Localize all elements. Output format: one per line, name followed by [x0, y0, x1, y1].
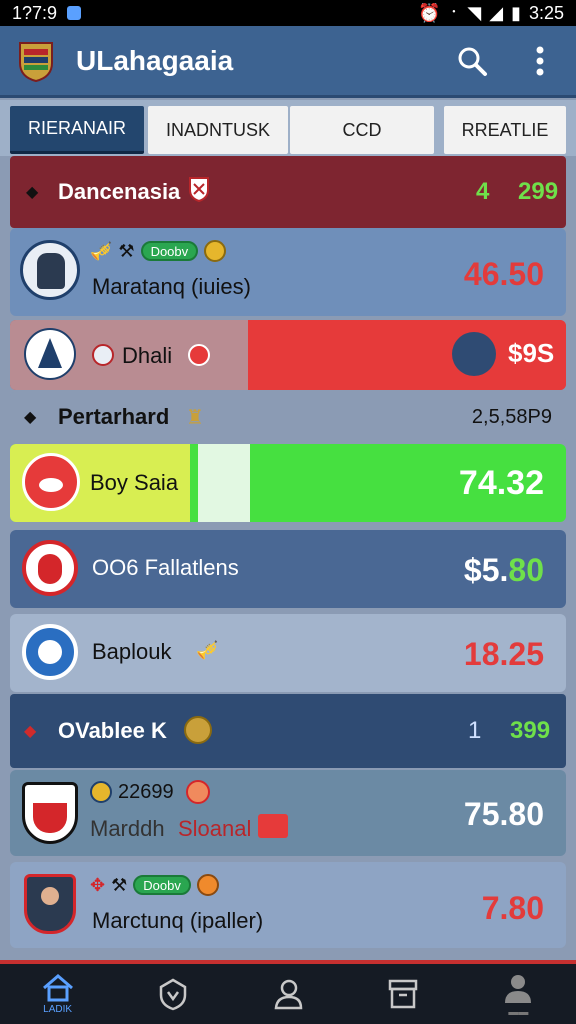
bullet-icon: ◆	[24, 723, 37, 740]
row-code: 22699	[118, 780, 174, 803]
section-value: 2,5,58P9	[471, 405, 552, 428]
account-icon	[505, 974, 532, 1003]
more-menu-button[interactable]	[520, 41, 560, 81]
row-name: OO6 Fallatlens	[92, 555, 239, 580]
app-logo-icon	[19, 41, 53, 82]
list-item[interactable]: ✥ ⚒ Doobv Marctunq (ipaller) 7.80	[10, 862, 566, 948]
coin-icon	[196, 874, 219, 896]
search-button[interactable]	[452, 41, 492, 81]
list-item[interactable]: Boy Saia 74.32	[10, 444, 566, 522]
list-item[interactable]: Baplouk 🎺 18.25	[10, 614, 566, 692]
horn-icon: 🎺	[196, 640, 219, 660]
status-time: 1?7:9	[12, 2, 58, 23]
trophy-icon: ♜	[186, 406, 204, 429]
tool-icon: ⚒	[118, 240, 135, 261]
more-vertical-icon	[536, 46, 544, 75]
tab-inadntusk[interactable]: INADNTUSK	[148, 106, 288, 154]
list-item[interactable]: Dhali $9S	[10, 320, 566, 390]
section-title: OVablee K	[58, 718, 167, 743]
bottom-navigation: LADIK ▬▬	[0, 960, 576, 1024]
section-count: 1	[468, 717, 482, 744]
coin-icon	[185, 780, 210, 804]
section-header-ovablee[interactable]: ◆ OVablee K 1 399	[10, 694, 566, 768]
row-name: Baplouk	[92, 639, 172, 664]
section-header-pertarhard[interactable]: ◆ Pertarhard ♜ 2,5,58P9	[10, 392, 566, 442]
row-name: Boy Saia	[90, 470, 179, 495]
nav-account[interactable]: ▬▬	[488, 966, 548, 1022]
tab-rieranair[interactable]: RIERANAIR	[10, 106, 144, 154]
alarm-icon: ⏰	[418, 2, 441, 23]
nav-profile[interactable]	[258, 966, 318, 1022]
section-header-dancenasia[interactable]: ◆ Dancenasia 4 299	[10, 156, 566, 228]
row-value: $9S	[508, 338, 555, 368]
row-value: 75.80	[463, 796, 544, 832]
row-name: Marctunq (ipaller)	[92, 908, 264, 933]
status-pill: Doobv	[140, 241, 199, 261]
search-icon	[458, 47, 487, 76]
nav-archive[interactable]	[373, 966, 433, 1022]
status-pill: Doobv	[133, 875, 191, 895]
row-value: $5.80	[464, 552, 544, 589]
team-crest-icon	[24, 328, 76, 380]
coin-icon	[204, 240, 227, 262]
section-value: 399	[510, 717, 551, 744]
row-name: Maratanq (iuies)	[92, 274, 251, 299]
section-count: 4	[476, 178, 490, 205]
shield-icon	[159, 978, 187, 1011]
team-crest-icon	[22, 782, 78, 844]
nav-home-label: LADIK	[43, 1003, 73, 1015]
nav-shield[interactable]	[143, 966, 203, 1022]
team-crest-icon	[22, 624, 78, 680]
section-value: 299	[518, 178, 559, 205]
wifi-icon: ◥	[467, 2, 482, 23]
home-icon	[42, 973, 73, 1001]
nav-account-label: ▬▬	[508, 1006, 529, 1018]
row-name-b: Sloanal	[178, 816, 252, 841]
row-name-a: Marddh	[90, 816, 165, 841]
status-bar: 1?7:9 ⏰ ᛫ ◥ ◢ ▮ 3:25	[0, 0, 576, 26]
coin-icon	[184, 716, 212, 744]
row-value: 74.32	[458, 464, 544, 502]
status-clock: 3:25	[528, 2, 564, 23]
coin-icon	[90, 781, 112, 803]
coin-icon	[188, 344, 210, 366]
ornament-icon: ✥	[90, 874, 106, 895]
flag-icon	[258, 814, 288, 838]
list-item[interactable]: OO6 Fallatlens $5.80	[10, 530, 566, 608]
shield-icon	[189, 177, 209, 202]
bullet-icon: ◆	[24, 409, 37, 426]
team-crest-icon	[22, 540, 78, 596]
bluetooth-icon: ᛫	[448, 2, 460, 23]
section-title: Dancenasia	[58, 179, 181, 204]
nav-home[interactable]: LADIK	[28, 966, 88, 1022]
archive-icon	[388, 979, 418, 1009]
tab-bar: RIERANAIR INADNTUSK CCD RREATLIE	[0, 100, 576, 156]
list-item[interactable]: 🎺 ⚒ Doobv Maratanq (iuies) 46.50	[10, 228, 566, 316]
user-icon	[274, 979, 303, 1010]
tab-rreatlie[interactable]: RREATLIE	[444, 106, 566, 154]
list-item[interactable]: 22699 Marddh Sloanal 75.80	[10, 770, 566, 856]
tab-ccd[interactable]: CCD	[290, 106, 434, 154]
team-crest-icon	[22, 453, 80, 511]
avatar	[24, 874, 76, 934]
row-value: 18.25	[463, 636, 544, 672]
tool-icon: ⚒	[111, 874, 128, 895]
row-name: Dhali	[122, 343, 173, 368]
row-value: 7.80	[481, 890, 544, 926]
row-value-prefix: $5.	[463, 552, 509, 588]
signal-icon: ◢	[489, 2, 504, 23]
app-title: ULahagaaia	[76, 44, 234, 76]
app-bar: ULahagaaia	[0, 26, 576, 98]
section-title: Pertarhard	[58, 404, 170, 429]
notification-icon	[67, 6, 82, 20]
battery-icon: ▮	[511, 2, 521, 23]
horn-icon: 🎺	[90, 240, 113, 261]
coin-icon	[92, 344, 114, 366]
shield-badge-icon	[452, 332, 496, 376]
row-value-suffix: 80	[508, 552, 544, 588]
row-value: 46.50	[463, 256, 544, 292]
team-crest-icon	[20, 240, 80, 300]
bullet-icon: ◆	[26, 184, 39, 201]
